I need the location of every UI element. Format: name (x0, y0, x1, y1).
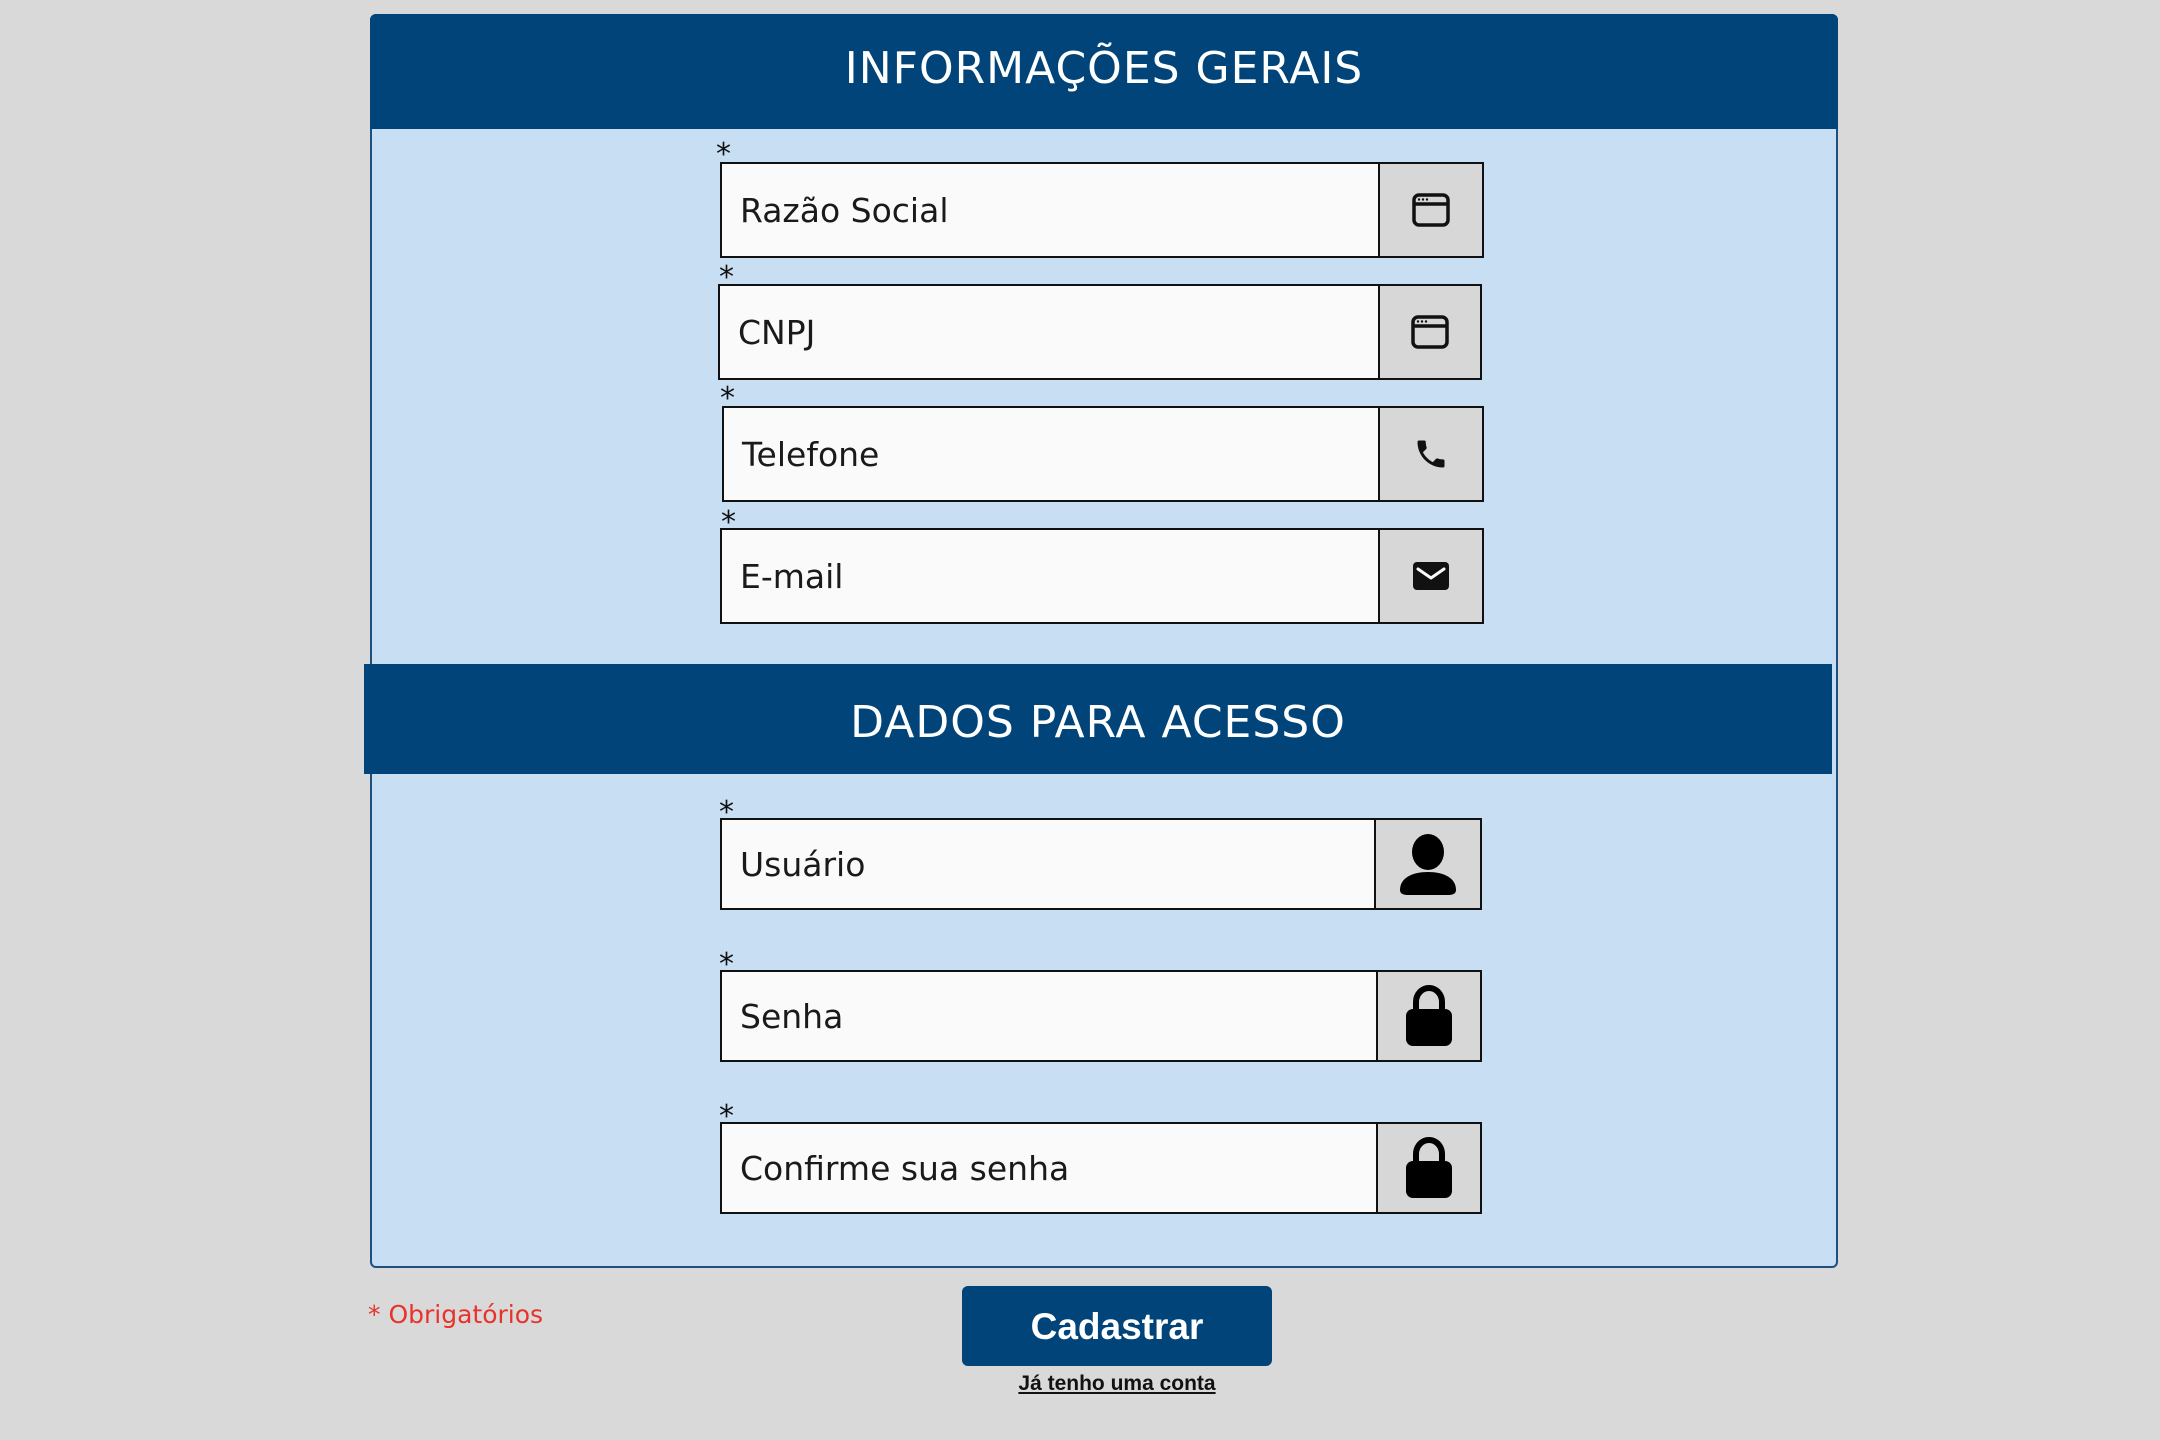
telefone-field[interactable]: Telefone (722, 406, 1380, 502)
cnpj-placeholder: CNPJ (738, 313, 816, 352)
register-button[interactable]: Cadastrar (962, 1286, 1272, 1366)
email-placeholder: E-mail (740, 557, 844, 596)
telefone-placeholder: Telefone (742, 435, 880, 474)
confirmar-senha-placeholder: Confirme sua senha (740, 1149, 1070, 1188)
senha-field[interactable]: Senha (720, 970, 1378, 1062)
senha-icon-box (1376, 970, 1482, 1062)
razao-social-field[interactable]: Razão Social (720, 162, 1380, 258)
user-icon (1400, 834, 1456, 895)
confirmar-senha-field[interactable]: Confirme sua senha (720, 1122, 1378, 1214)
section-header-general-info: INFORMAÇÕES GERAIS (370, 14, 1838, 129)
senha-placeholder: Senha (740, 997, 844, 1036)
usuario-icon-box (1374, 818, 1482, 910)
cnpj-field[interactable]: CNPJ (718, 284, 1380, 380)
envelope-icon (1413, 562, 1449, 590)
razao-social-icon-box (1378, 162, 1484, 258)
browser-window-icon (1412, 193, 1450, 227)
razao-social-placeholder: Razão Social (740, 191, 949, 230)
email-icon-box (1378, 528, 1484, 624)
confirmar-senha-icon-box (1376, 1122, 1482, 1214)
browser-window-icon (1411, 315, 1449, 349)
lock-icon (1406, 985, 1452, 1046)
email-field[interactable]: E-mail (720, 528, 1380, 624)
already-have-account-link[interactable]: Já tenho uma conta (962, 1372, 1272, 1396)
lock-icon (1406, 1137, 1452, 1198)
telefone-icon-box (1378, 406, 1484, 502)
section-header-access-data: DADOS PARA ACESSO (364, 664, 1832, 774)
usuario-field[interactable]: Usuário (720, 818, 1376, 910)
usuario-placeholder: Usuário (740, 845, 866, 884)
required-fields-note: * Obrigatórios (368, 1300, 544, 1329)
phone-icon (1417, 440, 1445, 468)
cnpj-icon-box (1378, 284, 1482, 380)
